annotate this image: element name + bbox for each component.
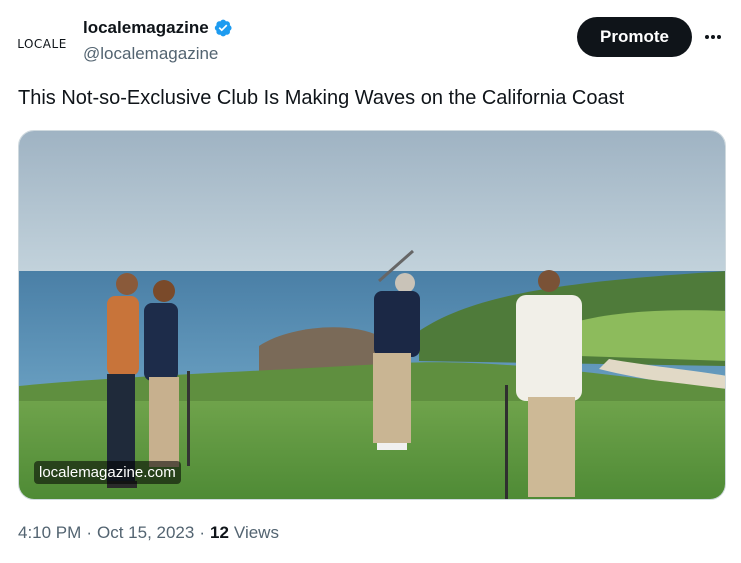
name-row: localemagazine (83, 18, 233, 38)
more-horizontal-icon[interactable] (699, 26, 727, 48)
display-name[interactable]: localemagazine (83, 18, 209, 38)
tweet-meta: 4:10 PM · Oct 15, 2023 · 12 Views (18, 523, 279, 543)
golf-course-photo (19, 131, 725, 499)
views-label: Views (233, 523, 279, 542)
avatar[interactable]: LOCALE (14, 16, 70, 72)
separator-dot: · (199, 523, 205, 542)
timestamp-time[interactable]: 4:10 PM (18, 523, 81, 543)
handle[interactable]: @localemagazine (83, 44, 218, 64)
verified-badge-icon[interactable] (213, 18, 233, 38)
media-watermark: localemagazine.com (34, 461, 181, 484)
tweet-media[interactable]: localemagazine.com (18, 130, 726, 500)
timestamp-date[interactable]: Oct 15, 2023 (97, 523, 194, 543)
tweet-text: This Not-so-Exclusive Club Is Making Wav… (18, 87, 625, 109)
promote-button[interactable]: Promote (577, 17, 692, 57)
separator-dot: · (86, 523, 92, 542)
golfer-left-orange (107, 273, 139, 488)
views-count[interactable]: 12 (210, 523, 229, 543)
